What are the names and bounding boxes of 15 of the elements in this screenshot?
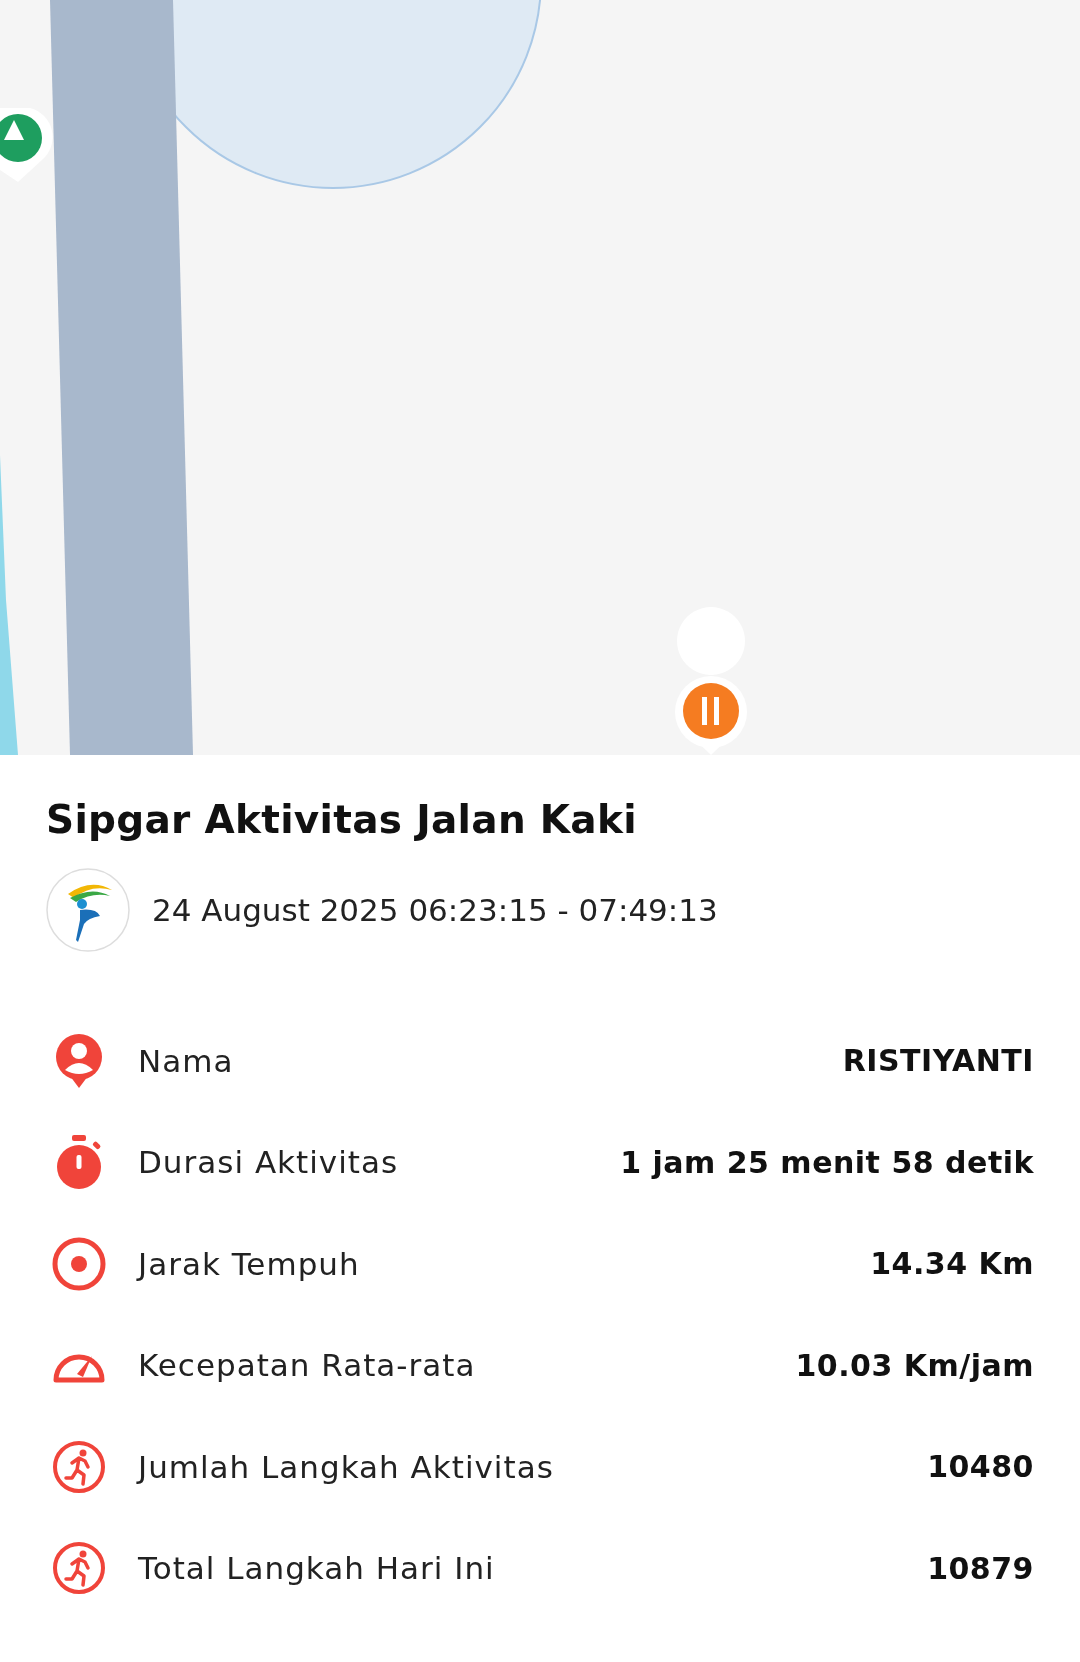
stat-value: 10.03 Km/jam (795, 1347, 1034, 1383)
stat-value: 14.34 Km (870, 1246, 1034, 1282)
stat-value: 10879 (927, 1550, 1034, 1586)
logo-icon (46, 867, 130, 952)
activity-datetime: 24 August 2025 06:23:15 - 07:49:13 (152, 891, 718, 928)
stat-value: 10480 (927, 1449, 1034, 1485)
stat-label: Total Langkah Hari Ini (138, 1550, 495, 1587)
stat-label: Nama (138, 1042, 234, 1079)
stat-label: Jarak Tempuh (138, 1245, 360, 1282)
stat-label: Kecepatan Rata-rata (138, 1347, 476, 1384)
stat-label: Durasi Aktivitas (138, 1144, 399, 1181)
activity-title: Sipgar Aktivitas Jalan Kaki (46, 797, 638, 844)
stat-label: Jumlah Langkah Aktivitas (138, 1448, 554, 1485)
stat-value: RISTIYANTI (842, 1043, 1034, 1079)
stat-value: 1 jam 25 menit 58 detik (620, 1144, 1034, 1180)
